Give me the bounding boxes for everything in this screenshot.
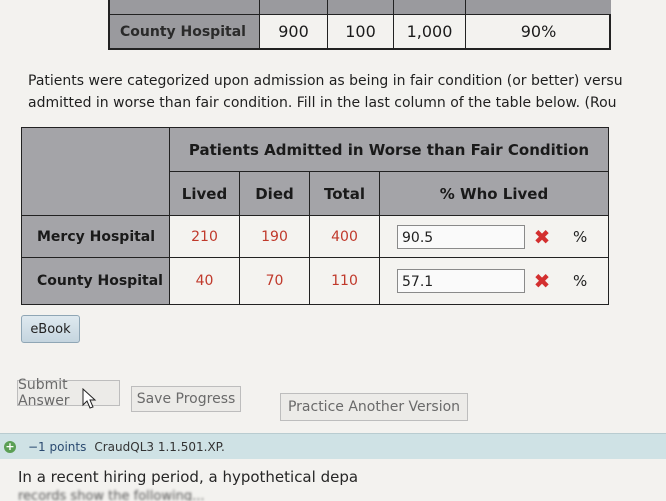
percent-unit: %	[573, 272, 588, 290]
group-header: Patients Admitted in Worse than Fair Con…	[170, 128, 608, 172]
column-header-lived: Lived	[170, 172, 240, 216]
question-code: CraudQL3 1.1.501.XP.	[94, 439, 225, 454]
previous-table: County Hospital 900 100 1,000 90%	[108, 0, 611, 50]
prev-table-header	[110, 0, 260, 14]
question-line-1: Patients were categorized upon admission…	[28, 73, 623, 89]
answer-input[interactable]: 90.5	[397, 224, 525, 249]
prev-cell: 90%	[520, 22, 557, 41]
question-points-bar: + −1 points CraudQL3 1.1.501.XP.	[0, 433, 666, 459]
column-header-died: Died	[240, 172, 310, 216]
submit-answer-button[interactable]: Submit Answer	[17, 377, 120, 409]
cell-total: 400	[310, 216, 380, 258]
next-question-text: In a recent hiring period, a hypothetica…	[18, 468, 359, 486]
prev-cell: 900	[260, 15, 328, 48]
cell-lived: 40	[170, 258, 240, 304]
cell-lived: 210	[170, 216, 240, 258]
condition-table: Patients Admitted in Worse than Fair Con…	[21, 127, 609, 305]
prev-table-header	[260, 0, 328, 14]
prev-table-header	[328, 0, 394, 14]
x-mark-icon: ✖	[533, 269, 551, 293]
row-label: Mercy Hospital	[22, 216, 170, 258]
prev-table-header	[394, 0, 466, 14]
expand-icon[interactable]: +	[4, 440, 16, 453]
question-text: Patients were categorized upon admission…	[28, 70, 666, 114]
cell-total: 110	[310, 258, 380, 304]
x-mark-icon: ✖	[533, 224, 551, 249]
column-header-total: Total	[310, 172, 380, 216]
ebook-button[interactable]: eBook	[21, 315, 80, 343]
table-corner	[22, 128, 170, 216]
cell-died: 190	[240, 216, 310, 258]
answer-input[interactable]: 57.1	[397, 269, 525, 293]
column-header-percent: % Who Lived	[380, 172, 608, 216]
practice-another-version-button[interactable]: Practice Another Version	[280, 393, 468, 421]
percent-unit: %	[573, 227, 588, 246]
prev-table-header	[466, 0, 611, 14]
prev-cell: 1,000	[394, 15, 466, 48]
cell-died: 70	[240, 258, 310, 304]
row-label: County Hospital	[22, 258, 170, 304]
cursor-icon	[82, 388, 97, 409]
points-label: −1 points	[28, 439, 87, 454]
answer-cell: 57.1 ✖ %	[380, 258, 608, 304]
answer-cell: 90.5 ✖ %	[380, 216, 608, 258]
question-line-2: admitted in worse than fair condition. F…	[28, 95, 617, 111]
next-question-text-line-2: records show the following...	[18, 489, 205, 501]
prev-row-label: County Hospital	[110, 15, 260, 48]
save-progress-button[interactable]: Save Progress	[131, 386, 241, 412]
prev-cell: 100	[328, 15, 394, 48]
